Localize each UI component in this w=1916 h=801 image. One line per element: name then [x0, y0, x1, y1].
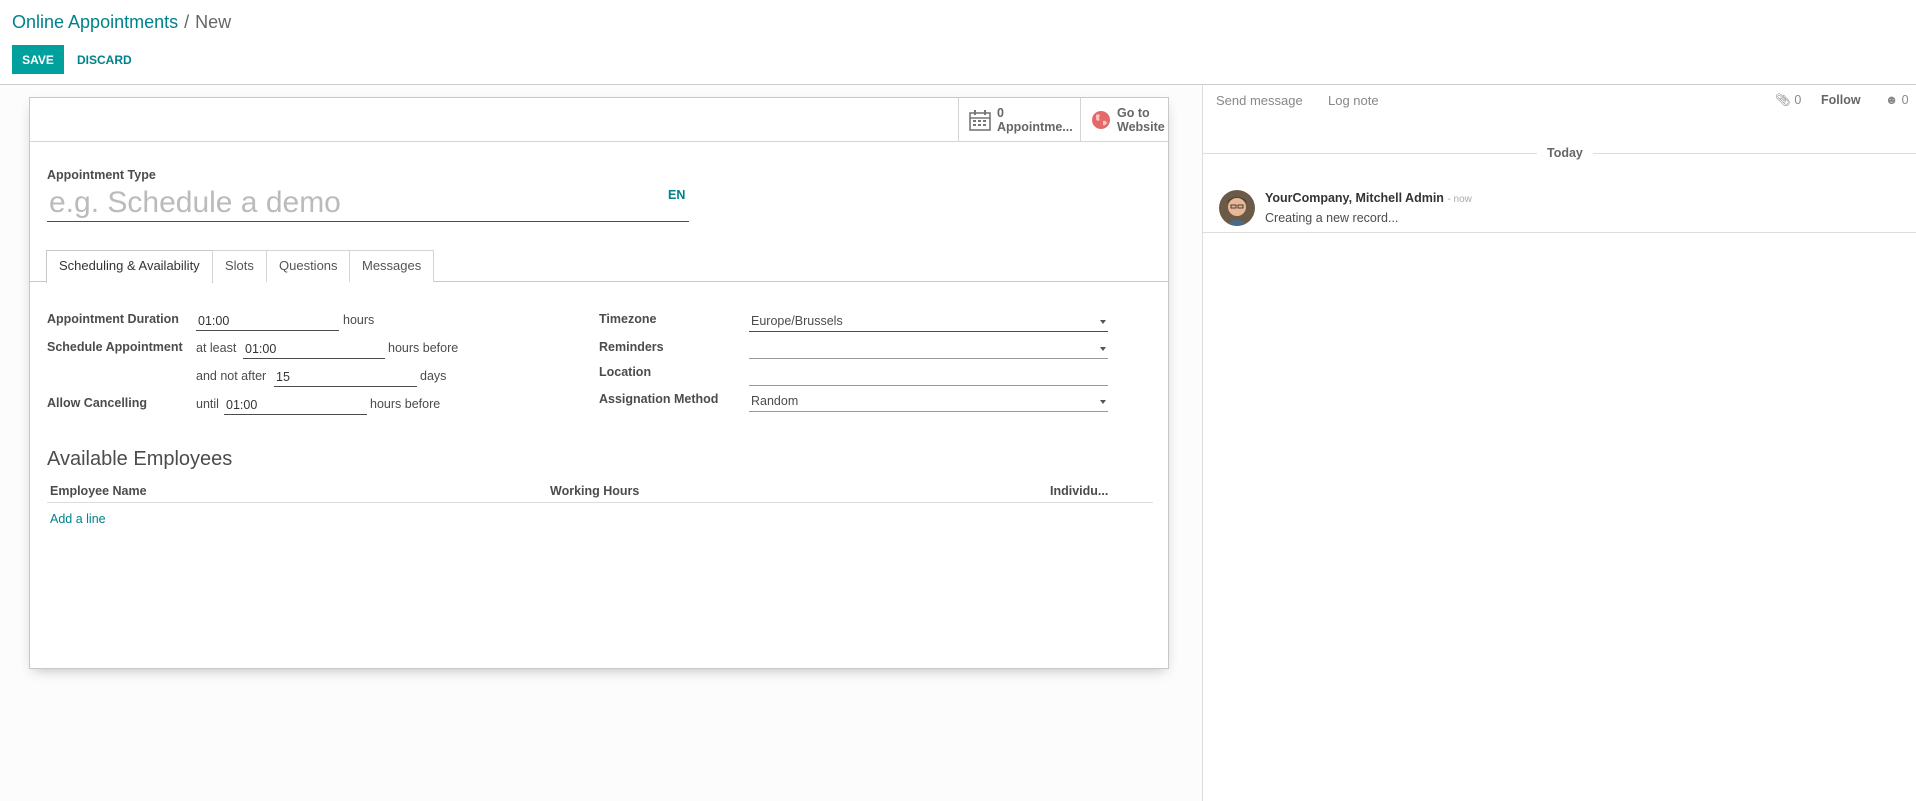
appointments-label: Appointme... [997, 119, 1073, 134]
assignation-method-value: Random [751, 394, 799, 408]
save-button[interactable]: SAVE [12, 45, 64, 74]
appointment-duration-label: Appointment Duration [47, 312, 179, 326]
message-author: YourCompany, Mitchell Admin - now [1265, 191, 1472, 205]
tab-slots[interactable]: Slots [212, 250, 267, 282]
add-a-line-link[interactable]: Add a line [50, 512, 106, 526]
appointment-duration-input[interactable] [196, 312, 339, 331]
not-after-prefix: and not after [196, 369, 267, 383]
chatter: Send message Log note 📎︎ 0 Follow ☻︎ 0 T… [1202, 85, 1916, 801]
chatter-topbar: Send message Log note 📎︎ 0 Follow ☻︎ 0 [1203, 85, 1916, 117]
caret-down-icon [1100, 320, 1106, 324]
website-line1: Go to [1117, 105, 1150, 120]
location-label: Location [599, 365, 652, 379]
location-input[interactable] [749, 366, 1108, 386]
reminders-select[interactable] [749, 339, 1108, 359]
button-box: 0 Appointme... Go to Website [30, 98, 1168, 142]
message-body: Creating a new record... [1265, 211, 1399, 225]
tab-messages[interactable]: Messages [349, 250, 435, 282]
cancel-prefix: until [196, 397, 219, 411]
caret-down-icon [1100, 347, 1106, 351]
message-separator [1203, 232, 1916, 233]
employees-table-header: Employee Name Working Hours Individu... [47, 481, 1153, 503]
user-avatar-icon [1219, 190, 1255, 226]
control-panel: Online Appointments / New SAVE DISCARD [0, 0, 1916, 85]
assignation-method-select[interactable]: Random [749, 392, 1108, 412]
tab-scheduling-availability[interactable]: Scheduling & Availability [46, 250, 213, 283]
globe-icon [1092, 110, 1110, 129]
min-cancellation-hours-input[interactable] [224, 396, 367, 415]
breadcrumb: Online Appointments / New [12, 11, 231, 33]
not-after-suffix: days [420, 369, 447, 383]
timezone-value: Europe/Brussels [751, 314, 843, 328]
form-sheet: 0 Appointme... Go to Website Appointment… [29, 97, 1169, 669]
go-to-website-button[interactable]: Go to Website [1080, 98, 1168, 141]
timezone-label: Timezone [599, 312, 657, 326]
cancel-suffix: hours before [370, 397, 441, 411]
message-date: - now [1447, 194, 1472, 205]
user-icon: ☻︎ [1885, 93, 1899, 107]
appointments-stat-button[interactable]: 0 Appointme... [958, 98, 1080, 141]
language-button[interactable]: EN [668, 188, 685, 202]
appointment-type-label: Appointment Type [47, 168, 156, 182]
schedule-appointment-label: Schedule Appointment [47, 340, 183, 354]
at-least-prefix: at least [196, 341, 237, 355]
date-separator-today: Today [1537, 146, 1593, 160]
column-individual[interactable]: Individu... [1050, 484, 1108, 498]
paperclip-icon: 📎︎ [1775, 93, 1791, 107]
breadcrumb-online-appointments[interactable]: Online Appointments [12, 12, 178, 32]
tab-questions[interactable]: Questions [266, 250, 351, 282]
reminders-label: Reminders [599, 340, 664, 354]
column-working-hours[interactable]: Working Hours [550, 484, 639, 498]
allow-cancelling-label: Allow Cancelling [47, 396, 148, 410]
message-author-name[interactable]: YourCompany, Mitchell Admin [1265, 191, 1444, 205]
attachments-button[interactable]: 📎︎ 0 [1775, 93, 1801, 108]
calendar-icon [969, 109, 991, 131]
notebook-tabs: Scheduling & Availability Slots Question… [30, 250, 1168, 283]
timezone-select[interactable]: Europe/Brussels [749, 312, 1108, 332]
followers-button[interactable]: ☻︎ 0 [1885, 93, 1909, 107]
assignation-method-label: Assignation Method [599, 392, 719, 406]
appointments-count: 0 [997, 105, 1004, 120]
appointment-type-input[interactable] [47, 184, 689, 222]
discard-button[interactable]: DISCARD [70, 45, 139, 74]
column-employee-name[interactable]: Employee Name [50, 484, 147, 498]
available-employees-title: Available Employees [47, 448, 233, 470]
follow-button[interactable]: Follow [1821, 93, 1861, 107]
attachments-count: 0 [1794, 93, 1802, 107]
duration-unit: hours [343, 313, 375, 327]
website-line2: Website [1117, 119, 1165, 134]
caret-down-icon [1100, 400, 1106, 404]
min-schedule-hours-input[interactable] [243, 340, 385, 359]
log-note-button[interactable]: Log note [1328, 93, 1379, 108]
followers-count: 0 [1901, 93, 1909, 107]
breadcrumb-current: New [195, 12, 232, 32]
max-schedule-days-input[interactable] [274, 368, 417, 387]
at-least-suffix: hours before [388, 341, 459, 355]
avatar[interactable] [1219, 190, 1255, 226]
send-message-button[interactable]: Send message [1216, 93, 1303, 108]
breadcrumb-separator: / [184, 12, 190, 32]
